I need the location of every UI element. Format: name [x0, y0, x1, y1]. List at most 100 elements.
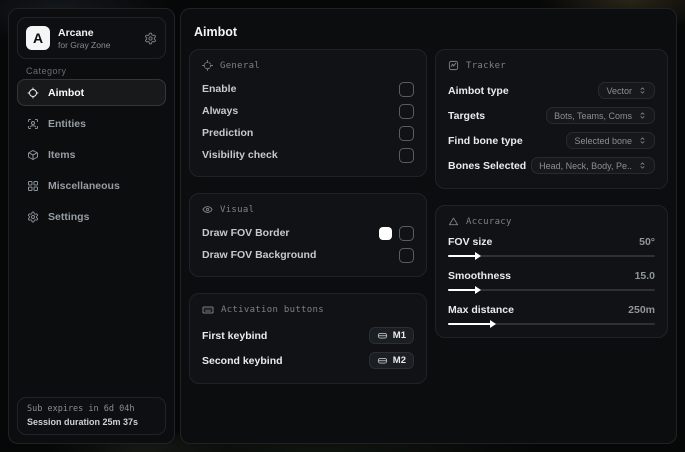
setting-label: Enable [202, 83, 237, 95]
eye-icon [202, 204, 213, 215]
slider-thumb[interactable] [475, 285, 482, 294]
visibility-check-checkbox[interactable] [399, 147, 414, 163]
gear-icon [27, 211, 39, 223]
card-accuracy-header: Accuracy [448, 216, 655, 227]
card-title: Tracker [466, 60, 507, 71]
app-name: Arcane [58, 26, 94, 39]
activity-icon [448, 60, 459, 71]
setting-row-always: Always [202, 100, 414, 122]
session-duration-text: Session duration 25m 37s [27, 417, 139, 427]
mouse-icon [377, 355, 388, 366]
card-visual: Visual Draw FOV Border Draw FOV Backgrou… [189, 193, 427, 277]
app-logo: A [26, 26, 50, 50]
page-title: Aimbot [194, 25, 238, 39]
targets-select[interactable]: Bots, Teams, Coms [546, 107, 655, 124]
setting-label: Second keybind [202, 354, 283, 367]
sidebar-item-settings[interactable]: Settings [17, 203, 166, 230]
crosshair-icon [27, 87, 39, 99]
right-column: Tracker Aimbot type Vector Targets Bots,… [435, 49, 668, 354]
keybind-value: M2 [392, 355, 406, 366]
select-value: Bots, Teams, Coms [554, 110, 632, 121]
find-bone-type-select[interactable]: Selected bone [566, 132, 655, 149]
enable-checkbox[interactable] [399, 81, 414, 97]
fov-border-controls [379, 225, 414, 241]
setting-row-fov-size: FOV size 50° [448, 234, 655, 260]
gear-icon[interactable] [144, 32, 157, 45]
chevron-up-down-icon [638, 111, 647, 120]
setting-row-visibility-check: Visibility check [202, 144, 414, 166]
aimbot-type-select[interactable]: Vector [598, 82, 655, 99]
category-label: Category [26, 66, 67, 76]
cube-icon [27, 149, 39, 161]
triangle-icon [448, 216, 459, 227]
sidebar-menu: Aimbot Entities Items Miscellaneous Sett… [17, 79, 166, 234]
setting-label: Max distance [448, 303, 514, 316]
setting-row-first-keybind: First keybind M1 [202, 323, 414, 348]
card-title: Activation buttons [221, 305, 324, 315]
setting-row-prediction: Prediction [202, 122, 414, 144]
sub-expires-text: Sub expires in 6d 04h [27, 404, 135, 414]
slider-thumb[interactable] [475, 251, 482, 260]
setting-row-bones-selected: Bones Selected Head, Neck, Body, Pe.. [448, 153, 655, 178]
draw-fov-border-checkbox[interactable] [399, 225, 414, 241]
draw-fov-background-checkbox[interactable] [399, 247, 414, 263]
grid-icon [27, 180, 39, 192]
setting-label: Draw FOV Border [202, 227, 290, 239]
card-general-header: General [202, 60, 414, 71]
sidebar-item-items[interactable]: Items [17, 141, 166, 168]
slider-fill [448, 251, 482, 260]
setting-row-draw-fov-border: Draw FOV Border [202, 222, 414, 244]
card-visual-header: Visual [202, 204, 414, 215]
card-activation-header: Activation buttons [202, 304, 414, 316]
crosshair-icon [202, 60, 213, 71]
setting-label: Targets [448, 109, 486, 122]
sidebar-item-label: Settings [48, 210, 90, 223]
keyboard-icon [202, 304, 214, 316]
sidebar-item-label: Aimbot [48, 86, 85, 99]
setting-label: Prediction [202, 127, 254, 139]
card-general: General Enable Always Prediction Visibil… [189, 49, 427, 177]
setting-row-enable: Enable [202, 78, 414, 100]
fov-size-slider[interactable] [448, 251, 655, 260]
card-title: Visual [220, 204, 255, 215]
person-scan-icon [27, 118, 39, 130]
keybind-value: M1 [392, 330, 406, 341]
card-activation-buttons: Activation buttons First keybind M1 Seco… [189, 293, 427, 384]
setting-label: Always [202, 105, 239, 117]
card-tracker: Tracker Aimbot type Vector Targets Bots,… [435, 49, 668, 189]
left-column: General Enable Always Prediction Visibil… [189, 49, 427, 400]
slider-thumb[interactable] [489, 319, 496, 328]
sidebar-item-aimbot[interactable]: Aimbot [17, 79, 166, 106]
card-accuracy: Accuracy FOV size 50° Smoothness 15.0 Ma… [435, 205, 668, 338]
sidebar: A Arcane for Gray Zone Category Aimbot E… [8, 8, 175, 444]
max-distance-slider[interactable] [448, 319, 655, 328]
first-keybind-button[interactable]: M1 [368, 327, 414, 344]
chevron-up-down-icon [638, 86, 647, 95]
color-swatch[interactable] [379, 226, 392, 240]
chevron-up-down-icon [638, 136, 647, 145]
prediction-checkbox[interactable] [399, 125, 414, 141]
setting-label: First keybind [202, 329, 268, 342]
bones-selected-select[interactable]: Head, Neck, Body, Pe.. [531, 157, 655, 174]
setting-row-smoothness: Smoothness 15.0 [448, 268, 655, 294]
always-checkbox[interactable] [399, 103, 414, 119]
sidebar-item-entities[interactable]: Entities [17, 110, 166, 137]
select-value: Head, Neck, Body, Pe.. [539, 160, 632, 171]
setting-label: Draw FOV Background [202, 249, 317, 261]
sidebar-item-miscellaneous[interactable]: Miscellaneous [17, 172, 166, 199]
setting-row-targets: Targets Bots, Teams, Coms [448, 103, 655, 128]
setting-row-second-keybind: Second keybind M2 [202, 348, 414, 373]
setting-row-draw-fov-background: Draw FOV Background [202, 244, 414, 266]
card-tracker-header: Tracker [448, 60, 655, 71]
setting-row-find-bone-type: Find bone type Selected bone [448, 128, 655, 153]
setting-label: Find bone type [448, 134, 523, 147]
slider-value: 250m [628, 303, 655, 316]
mouse-icon [377, 330, 388, 341]
setting-label: Bones Selected [448, 159, 527, 172]
app-subtitle: for Gray Zone [58, 39, 111, 50]
smoothness-slider[interactable] [448, 285, 655, 294]
app-titles: Arcane for Gray Zone [58, 27, 110, 50]
main-panel: Aimbot General Enable Always Prediction [180, 8, 677, 444]
second-keybind-button[interactable]: M2 [368, 352, 414, 369]
slider-value: 50° [639, 235, 655, 248]
